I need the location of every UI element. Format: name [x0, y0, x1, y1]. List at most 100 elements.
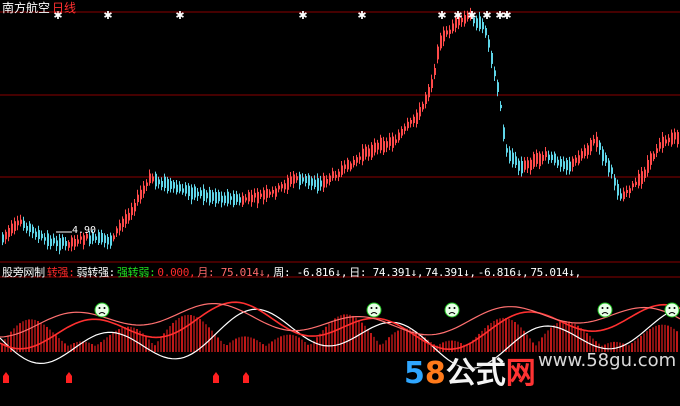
candlestick — [308, 175, 310, 186]
candlestick — [503, 127, 505, 139]
candlestick — [89, 235, 91, 244]
candlestick — [266, 188, 268, 198]
candlestick — [566, 160, 568, 171]
candlestick — [410, 119, 412, 124]
candlestick — [68, 242, 70, 248]
candlestick — [35, 231, 37, 238]
candlestick — [371, 144, 373, 158]
candlestick — [191, 187, 193, 200]
chart-canvas[interactable]: ✱ ✱ ✱ ✱ ✱ ✱ ✱ ✱ ✱ ✱✱ — [0, 0, 680, 406]
candlestick — [155, 173, 157, 187]
candlestick — [323, 175, 325, 188]
candlestick — [431, 79, 433, 89]
face-eye — [103, 307, 106, 309]
candlestick — [200, 190, 202, 197]
star-icon: ✱ — [357, 9, 366, 22]
candlestick — [194, 186, 196, 198]
candlestick — [647, 159, 649, 173]
candlestick — [653, 153, 655, 160]
candlestick — [443, 30, 445, 42]
candlestick — [311, 178, 313, 186]
stock-chart-window[interactable]: ✱ ✱ ✱ ✱ ✱ ✱ ✱ ✱ ✱ ✱ ✱ 南方航空 日线 4.90 股旁网制 转强: 弱转强: 强转弱: 0… — [0, 0, 680, 406]
frown-face-icon — [94, 302, 110, 318]
candlestick — [629, 188, 631, 194]
candlestick — [398, 132, 400, 141]
candlestick — [587, 145, 589, 155]
candlestick — [428, 87, 430, 98]
candlestick — [380, 137, 382, 151]
candlestick — [464, 14, 466, 24]
candlestick — [230, 196, 232, 200]
candlestick — [407, 121, 409, 129]
candlestick — [209, 189, 211, 203]
candlestick — [248, 192, 250, 202]
candlestick — [452, 23, 454, 32]
candlestick — [269, 191, 271, 195]
candlestick — [215, 192, 217, 204]
candlestick — [437, 46, 439, 60]
candlestick — [128, 212, 130, 221]
candlestick — [425, 94, 427, 104]
candlestick — [557, 159, 559, 166]
candlestick — [599, 142, 601, 150]
candlestick — [179, 184, 181, 192]
candlestick — [512, 152, 514, 165]
candlestick — [107, 236, 109, 245]
face-eye — [606, 307, 609, 309]
legend-item: 74.391↓, — [425, 266, 476, 279]
candlestick — [533, 154, 535, 167]
candlestick — [245, 197, 247, 201]
candlestick — [254, 192, 256, 198]
star-icon: ✱ — [298, 9, 307, 22]
face-eye — [453, 307, 456, 309]
candlestick — [605, 155, 607, 163]
face-eye — [673, 307, 676, 309]
candlestick — [2, 234, 4, 243]
candlestick — [593, 138, 595, 144]
candlestick — [26, 225, 28, 231]
period-label: 日线 — [52, 1, 77, 15]
candlestick — [251, 194, 253, 203]
candlestick — [212, 192, 214, 201]
candlestick — [149, 173, 151, 184]
legend-item: 转强: — [46, 266, 75, 279]
candlestick — [281, 184, 283, 189]
candlestick — [401, 128, 403, 136]
candlestick — [347, 159, 349, 170]
candlestick — [638, 173, 640, 186]
candlestick — [527, 160, 529, 169]
candlestick — [116, 228, 118, 234]
legend-item: 股旁网制 — [2, 266, 45, 279]
legend-item: 月: 75.014↓, — [197, 266, 272, 279]
face-eye — [375, 307, 378, 309]
candlestick — [659, 142, 661, 149]
candlestick — [320, 180, 322, 187]
candlestick — [299, 174, 301, 186]
candlestick — [275, 188, 277, 197]
candlestick — [176, 184, 178, 193]
candlestick — [83, 235, 85, 245]
candlestick — [44, 237, 46, 241]
candlestick — [515, 156, 517, 166]
candlestick — [614, 177, 616, 186]
legend-item: -6.816↓, — [477, 266, 529, 279]
candlestick — [293, 174, 295, 184]
candlestick — [77, 239, 79, 244]
legend-item: 75.014↓, — [530, 266, 581, 279]
candlestick — [227, 191, 229, 204]
candlestick — [8, 227, 10, 237]
candlestick — [602, 149, 604, 162]
candlestick — [506, 148, 508, 153]
candlestick — [356, 157, 358, 163]
candlestick — [419, 107, 421, 117]
candlestick — [530, 159, 532, 171]
candlestick — [125, 214, 127, 224]
candlestick — [119, 223, 121, 231]
candlestick — [161, 181, 163, 188]
candlestick — [341, 165, 343, 175]
candlestick — [584, 148, 586, 156]
candlestick — [332, 171, 334, 179]
candlestick — [488, 39, 490, 48]
candlestick — [140, 189, 142, 200]
candlestick — [263, 190, 265, 200]
